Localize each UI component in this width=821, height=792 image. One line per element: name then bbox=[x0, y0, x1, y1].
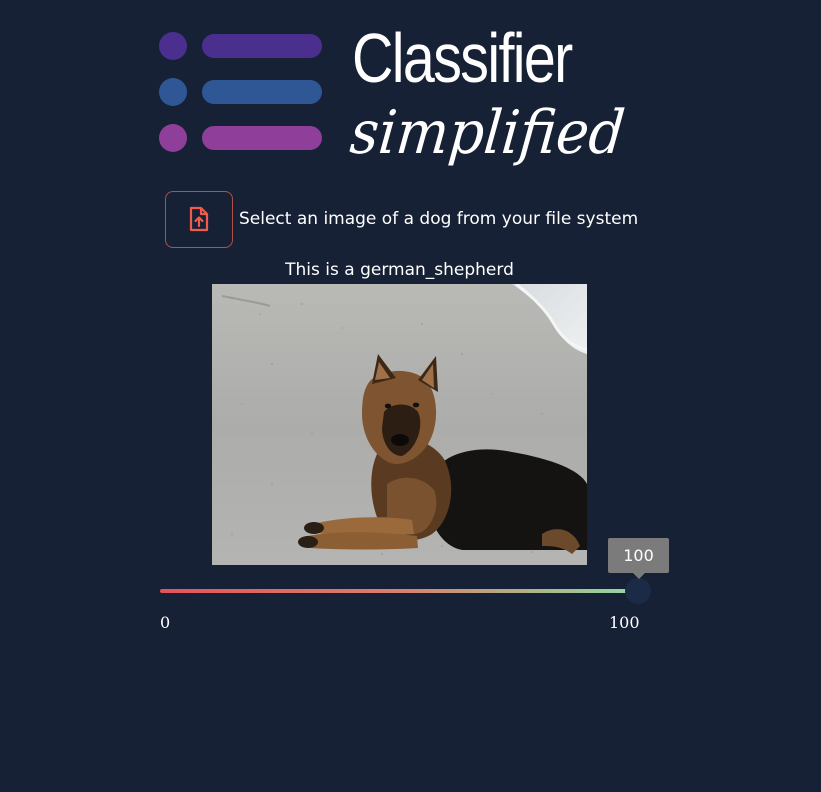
logo-bar bbox=[202, 80, 322, 104]
upload-button[interactable] bbox=[165, 190, 233, 248]
upload-label: Select an image of a dog from your file … bbox=[239, 209, 639, 229]
slider-max-label: 100 bbox=[609, 613, 640, 632]
logo-bar bbox=[202, 126, 322, 150]
logo-dot bbox=[159, 78, 187, 106]
file-upload-icon bbox=[189, 206, 209, 232]
slider-thumb[interactable] bbox=[625, 578, 651, 604]
slider-min-label: 0 bbox=[160, 613, 171, 632]
app-page: Classifier simplified Select an image of… bbox=[0, 0, 821, 792]
uploaded-dog-image bbox=[212, 284, 587, 565]
list-icon bbox=[156, 18, 326, 158]
logo-title: Classifier bbox=[352, 19, 573, 97]
logo-bar bbox=[202, 34, 322, 58]
logo-dot bbox=[159, 124, 187, 152]
slider-value-tooltip: 100 bbox=[608, 538, 669, 579]
confidence-slider[interactable]: 100 0 100 bbox=[160, 538, 669, 638]
logo-subtitle: simplified bbox=[347, 98, 628, 168]
dog-photo bbox=[212, 284, 587, 565]
slider-track[interactable] bbox=[160, 589, 638, 593]
prediction-caption: This is a german_shepherd bbox=[285, 260, 514, 280]
app-logo: Classifier simplified bbox=[156, 18, 656, 178]
file-uploader: Select an image of a dog from your file … bbox=[165, 189, 638, 249]
logo-dot bbox=[159, 32, 187, 60]
